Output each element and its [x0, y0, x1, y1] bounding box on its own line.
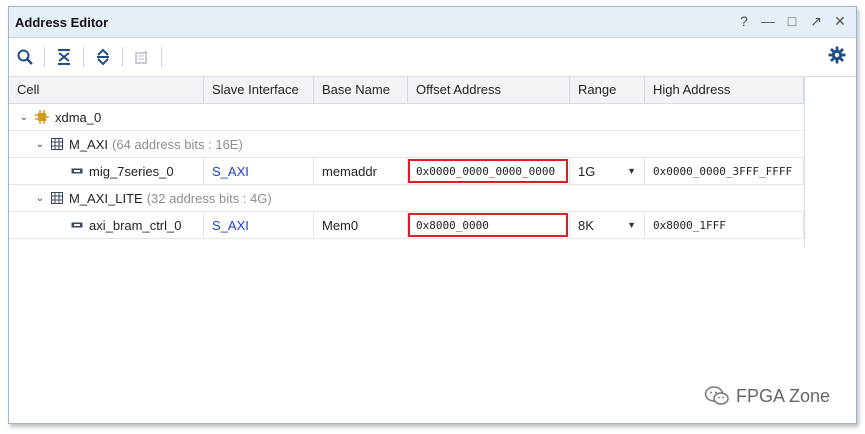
table-row-group[interactable]: ⌄ M_AXI (64 address bits : 16E): [9, 131, 804, 158]
toolbar-divider: [83, 47, 84, 67]
offset-address-value: 0x0000_0000_0000_0000: [416, 164, 556, 178]
wechat-icon: [704, 386, 729, 405]
table-row[interactable]: axi_bram_ctrl_0 S_AXI Mem0 0x8000_0000 8…: [9, 212, 804, 239]
window-controls: ? — □ ↗ ✕: [736, 13, 848, 30]
toolbar-divider: [122, 47, 123, 67]
close-icon[interactable]: ✕: [832, 13, 848, 29]
toolbar-divider: [44, 47, 45, 67]
auto-assign-button[interactable]: [126, 43, 158, 71]
cell-name: mig_7series_0: [89, 163, 174, 179]
chevron-down-icon[interactable]: ⌄: [17, 112, 31, 123]
toolbar: [9, 38, 856, 77]
title-bar: Address Editor ? — □ ↗ ✕: [9, 7, 856, 38]
range-value: 1G: [578, 163, 596, 179]
window-title: Address Editor: [15, 14, 109, 30]
segment-icon: [71, 167, 83, 175]
table-row[interactable]: mig_7series_0 S_AXI memaddr 0x0000_0000_…: [9, 158, 804, 185]
address-space-icon: [51, 138, 63, 150]
dropdown-arrow-icon[interactable]: ▼: [627, 220, 636, 230]
minimize-icon[interactable]: —: [760, 13, 776, 29]
chevron-down-icon[interactable]: ⌄: [33, 139, 47, 150]
help-icon[interactable]: ?: [736, 13, 752, 29]
range-value: 8K: [578, 217, 594, 233]
high-address: 0x0000_0000_3FFF_FFFF: [645, 158, 804, 184]
cell-name: axi_bram_ctrl_0: [89, 217, 182, 233]
base-name: Mem0: [314, 212, 408, 238]
group-info: (32 address bits : 4G): [146, 190, 272, 206]
base-name: memaddr: [314, 158, 408, 184]
table-right-border: [804, 77, 805, 247]
column-header-high-address[interactable]: High Address: [645, 77, 804, 103]
maximize-icon[interactable]: □: [784, 13, 800, 29]
range-select[interactable]: 8K ▼: [570, 212, 645, 238]
chevron-down-icon[interactable]: ⌄: [33, 193, 47, 204]
offset-address-value: 0x8000_0000: [416, 218, 489, 232]
column-header-base-name[interactable]: Base Name: [314, 77, 408, 103]
search-icon: [17, 49, 33, 65]
collapse-all-button[interactable]: [48, 43, 80, 71]
group-name: M_AXI: [69, 136, 109, 152]
collapse-all-icon: [58, 49, 70, 65]
address-editor-window: Address Editor ? — □ ↗ ✕ Cell Slave Inte…: [8, 6, 857, 424]
range-select[interactable]: 1G ▼: [570, 158, 645, 184]
ip-core-icon: [35, 110, 49, 124]
offset-address-field[interactable]: 0x0000_0000_0000_0000: [408, 158, 570, 184]
column-header-cell[interactable]: Cell: [9, 77, 204, 103]
slave-interface-link[interactable]: S_AXI: [204, 212, 314, 238]
watermark-text: FPGA Zone: [735, 385, 830, 406]
settings-button[interactable]: [828, 46, 846, 67]
address-table: Cell Slave Interface Base Name Offset Ad…: [9, 77, 804, 239]
root-cell-name: xdma_0: [55, 109, 102, 125]
float-icon[interactable]: ↗: [808, 13, 824, 29]
address-space-icon: [51, 192, 63, 204]
segment-icon: [71, 221, 83, 229]
table-row-root[interactable]: ⌄ xdma_0: [9, 104, 804, 131]
watermark: FPGA Zone: [704, 385, 830, 407]
slave-interface-link[interactable]: S_AXI: [204, 158, 314, 184]
offset-address-field[interactable]: 0x8000_0000: [408, 212, 570, 238]
column-header-slave-interface[interactable]: Slave Interface: [204, 77, 314, 103]
search-button[interactable]: [9, 43, 41, 71]
dropdown-arrow-icon[interactable]: ▼: [627, 166, 636, 176]
high-address: 0x8000_1FFF: [645, 212, 804, 238]
table-row-group[interactable]: ⌄ M_AXI_LITE (32 address bits : 4G): [9, 185, 804, 212]
group-name: M_AXI_LITE: [69, 190, 143, 206]
column-header-offset-address[interactable]: Offset Address: [408, 77, 570, 103]
column-header-range[interactable]: Range: [570, 77, 645, 103]
gear-icon: [828, 46, 846, 64]
table-header: Cell Slave Interface Base Name Offset Ad…: [9, 77, 804, 104]
auto-assign-icon: [135, 50, 148, 64]
expand-all-icon: [97, 48, 109, 66]
group-info: (64 address bits : 16E): [112, 136, 243, 152]
expand-all-button[interactable]: [87, 43, 119, 71]
toolbar-divider: [161, 47, 162, 67]
